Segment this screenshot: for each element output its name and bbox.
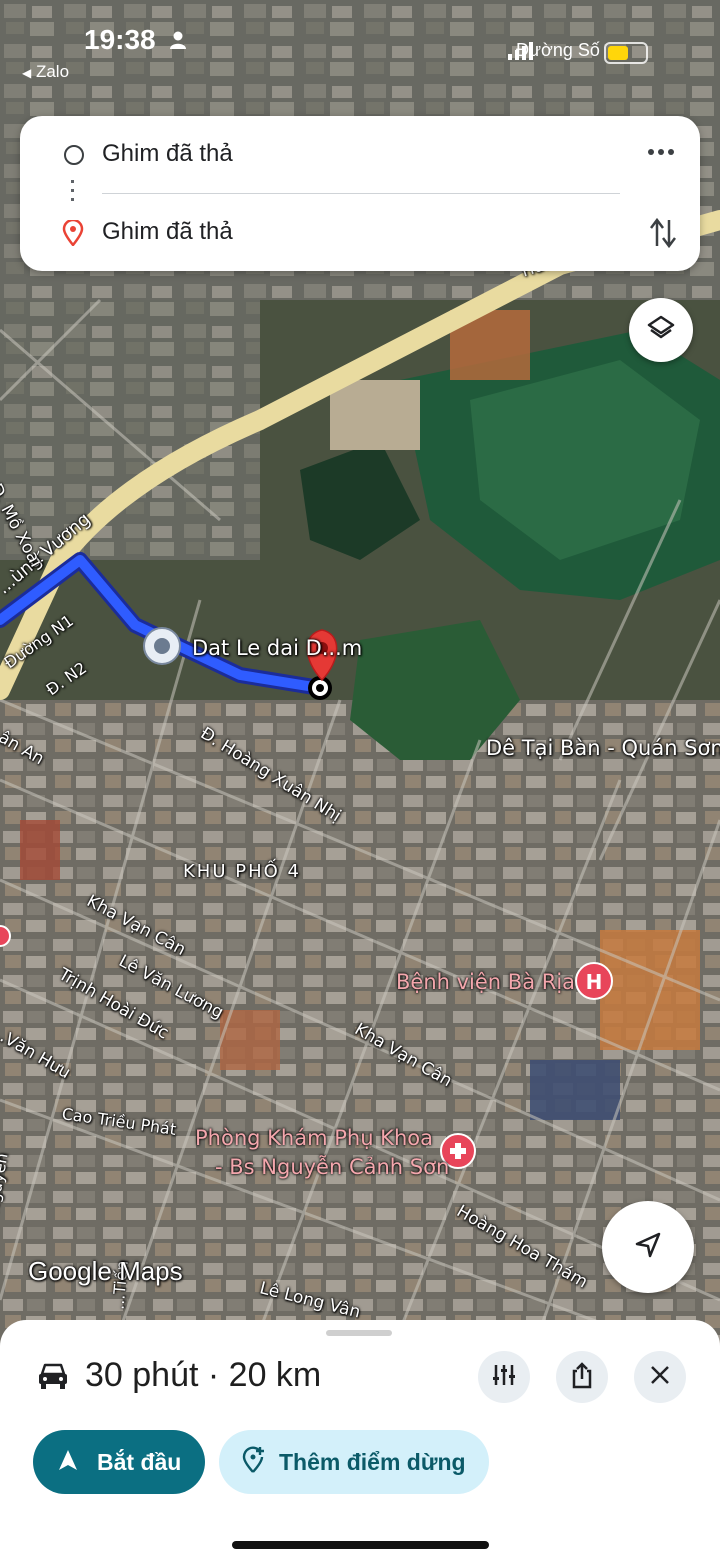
- car-icon: [36, 1360, 70, 1397]
- share-button[interactable]: [556, 1351, 608, 1403]
- origin-field[interactable]: Ghim đã thả: [102, 140, 233, 168]
- poi-label-clinic-line2[interactable]: - Bs Nguyễn Cảnh Sơn: [215, 1155, 449, 1179]
- status-bar: 19:38 ◀ Zalo Đường Số: [0, 0, 720, 100]
- recenter-button[interactable]: [602, 1201, 694, 1293]
- area-label-khu-pho: KHU PHỐ 4: [183, 861, 301, 882]
- route-options-button[interactable]: [478, 1351, 530, 1403]
- status-carrier-label: Đường Số: [516, 40, 600, 60]
- layers-button[interactable]: [629, 298, 693, 362]
- place-label[interactable]: Dat Le dai D...m: [192, 636, 362, 660]
- battery-fill: [608, 46, 628, 60]
- swap-vert-icon[interactable]: [648, 216, 678, 255]
- back-app-label: Zalo: [35, 62, 70, 81]
- battery-icon: [604, 42, 648, 64]
- svg-text:H: H: [586, 970, 603, 994]
- close-button[interactable]: [634, 1351, 686, 1403]
- hospital-pin-icon[interactable]: H: [575, 962, 613, 1000]
- navigation-icon: [57, 1448, 79, 1477]
- add-stop-label: Thêm điểm dừng: [279, 1448, 466, 1475]
- poi-label-clinic-line1[interactable]: Phòng Khám Phụ Khoa: [195, 1126, 433, 1150]
- sheet-drag-handle[interactable]: [326, 1330, 392, 1336]
- back-arrow-icon: ◀: [22, 66, 32, 80]
- start-label: Bắt đầu: [97, 1448, 182, 1475]
- more-vert-icon[interactable]: [646, 144, 676, 165]
- start-navigation-button[interactable]: Bắt đầu: [33, 1430, 205, 1494]
- add-stop-button[interactable]: Thêm điểm dừng: [219, 1430, 489, 1494]
- layers-icon: [646, 313, 676, 348]
- poi-label-hospital[interactable]: Bệnh viện Bà Rịa: [396, 970, 575, 994]
- map-attribution: Google Maps: [28, 1256, 183, 1286]
- person-icon: [168, 30, 188, 55]
- eta-summary: 30 phút · 20 km: [85, 1356, 322, 1394]
- share-icon: [569, 1361, 595, 1394]
- close-icon: [649, 1364, 671, 1391]
- origin-circle-icon: [64, 145, 84, 165]
- status-time: 19:38: [84, 24, 156, 55]
- home-indicator[interactable]: [232, 1541, 489, 1549]
- divider: [102, 193, 620, 194]
- destination-pin-icon: [62, 218, 84, 251]
- poi-label-restaurant[interactable]: Dê Tại Bàn - Quán Sơn: [486, 736, 720, 760]
- destination-field[interactable]: Ghim đã thả: [102, 218, 233, 246]
- tune-icon: [491, 1362, 517, 1393]
- navigation-arrow-icon: [633, 1230, 663, 1265]
- directions-card: Ghim đã thả Ghim đã thả: [20, 116, 700, 271]
- add-location-icon: [241, 1446, 265, 1479]
- back-to-app-link[interactable]: ◀ Zalo: [22, 62, 69, 82]
- route-dots-icon: [71, 180, 74, 206]
